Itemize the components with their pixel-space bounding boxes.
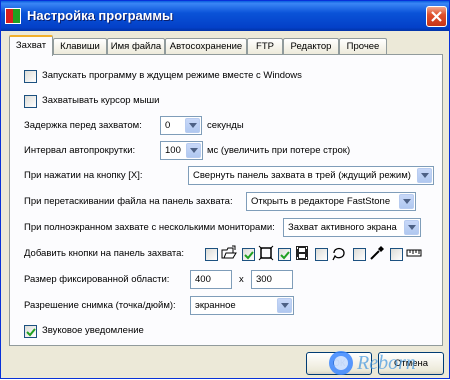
- resolution-select[interactable]: экранное: [190, 296, 294, 315]
- tab-ftp[interactable]: FTP: [247, 38, 283, 55]
- add-buttons-label: Добавить кнопки на панель захвата:: [24, 248, 185, 259]
- title-bar[interactable]: Настройка программы: [1, 1, 449, 31]
- start-minimized-checkbox[interactable]: [24, 70, 37, 83]
- add-eyedropper-checkbox[interactable]: [353, 248, 366, 261]
- freehand-icon: [331, 245, 347, 261]
- scroll-interval-select[interactable]: 100: [160, 141, 203, 160]
- settings-window: Настройка программы Захват Клавиши Имя ф…: [0, 0, 450, 379]
- chevron-down-icon: [417, 168, 432, 183]
- open-folder-icon: [221, 245, 237, 261]
- film-icon: [294, 245, 310, 261]
- watermark-logo: Reborn: [319, 347, 449, 377]
- add-freehand-checkbox[interactable]: [315, 248, 328, 261]
- chevron-down-icon: [186, 143, 201, 158]
- ruler-icon: [406, 245, 422, 261]
- chevron-down-icon: [277, 298, 292, 313]
- scroll-interval-label: Интервал автопрокрутки:: [24, 145, 136, 156]
- x-button-select[interactable]: Свернуть панель захвата в трей (ждущий р…: [188, 166, 434, 185]
- tab-editor[interactable]: Редактор: [283, 38, 339, 55]
- drag-file-label: При перетаскивании файла на панель захва…: [24, 196, 233, 207]
- eyedropper-icon: [369, 245, 385, 261]
- drag-file-select[interactable]: Открыть в редакторе FastStone: [246, 192, 416, 211]
- start-minimized-label: Запускать программу в ждущем режиме вмес…: [42, 70, 302, 81]
- add-fixed-region-checkbox[interactable]: [242, 248, 255, 261]
- tab-other[interactable]: Прочее: [339, 38, 387, 55]
- chevron-down-icon: [404, 220, 419, 235]
- svg-text:Reborn: Reborn: [356, 352, 416, 374]
- chevron-down-icon: [185, 118, 200, 133]
- add-open-checkbox[interactable]: [205, 248, 218, 261]
- x-button-label: При нажатии на кнопку [X]:: [24, 170, 143, 181]
- tab-hotkeys[interactable]: Клавиши: [53, 38, 107, 55]
- close-icon: [431, 11, 442, 22]
- scroll-interval-unit: мс (увеличить при потере строк): [207, 145, 351, 156]
- capture-cursor-label: Захватывать курсор мыши: [42, 95, 160, 106]
- capture-cursor-checkbox[interactable]: [24, 95, 37, 108]
- tab-strip: Захват Клавиши Имя файла Автосохранение …: [9, 35, 441, 56]
- tab-capture[interactable]: Захват: [9, 35, 53, 56]
- checkmark-icon: [280, 251, 290, 260]
- tab-filename[interactable]: Имя файла: [107, 38, 165, 55]
- close-button[interactable]: [426, 6, 447, 27]
- fixed-size-separator: x: [239, 274, 244, 285]
- capture-panel: Запускать программу в ждущем режиме вмес…: [9, 54, 443, 346]
- fixed-height-input[interactable]: 300: [251, 270, 293, 289]
- sound-label: Звуковое уведомление: [42, 325, 144, 336]
- add-video-checkbox[interactable]: [278, 248, 291, 261]
- chevron-down-icon: [399, 194, 414, 209]
- app-icon: [5, 8, 21, 24]
- add-ruler-checkbox[interactable]: [390, 248, 403, 261]
- fixed-width-input[interactable]: 400: [190, 270, 232, 289]
- delay-unit: секунды: [207, 120, 244, 131]
- multimonitor-select[interactable]: Захват активного экрана: [283, 218, 421, 237]
- sound-checkbox[interactable]: [24, 325, 37, 338]
- checkmark-icon: [244, 251, 254, 260]
- checkmark-icon: [26, 328, 36, 337]
- fixed-region-icon: [258, 245, 274, 261]
- delay-select[interactable]: 0: [160, 116, 202, 135]
- tab-autosave[interactable]: Автосохранение: [165, 38, 247, 55]
- fixed-size-label: Размер фиксированной области:: [24, 274, 170, 285]
- multimonitor-label: При полноэкранном захвате с несколькими …: [24, 222, 275, 233]
- delay-label: Задержка перед захватом:: [24, 120, 142, 131]
- window-title: Настройка программы: [27, 8, 174, 23]
- resolution-label: Разрешение снимка (точка/дюйм):: [24, 300, 176, 311]
